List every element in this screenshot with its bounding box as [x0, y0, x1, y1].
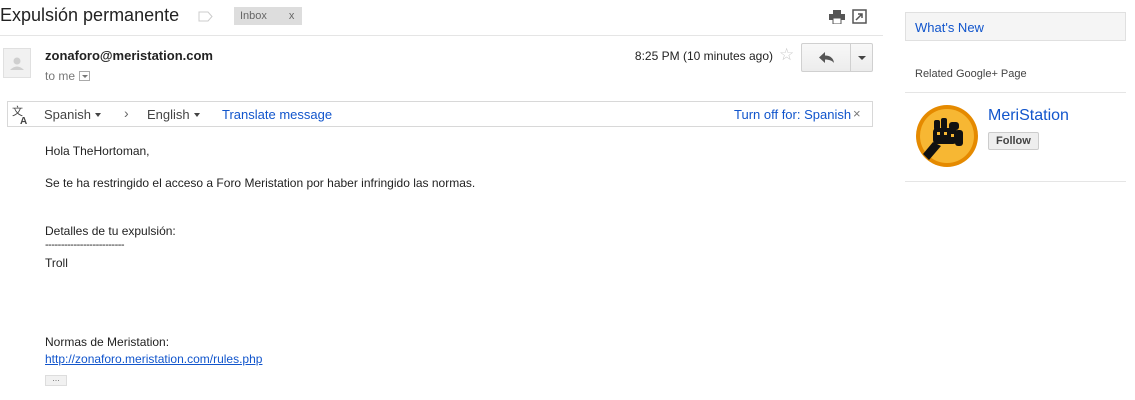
separator-line: -------------------------	[45, 239, 125, 251]
chevron-down-icon	[193, 112, 200, 117]
show-details-dropdown[interactable]	[79, 70, 91, 81]
chevron-right-icon: ›	[124, 105, 129, 121]
rules-link[interactable]: http://zonaforo.meristation.com/rules.ph…	[45, 352, 262, 366]
follow-button[interactable]: Follow	[988, 132, 1039, 150]
label-chip-text: Inbox	[240, 10, 267, 22]
right-sidebar: What's New Related Google+ Page MeriStat…	[905, 0, 1127, 400]
related-page-title: Related Google+ Page	[915, 68, 1027, 80]
print-icon[interactable]	[829, 10, 845, 24]
reply-button[interactable]	[801, 43, 851, 72]
show-trimmed-content-button[interactable]: ...	[45, 374, 67, 386]
more-actions-button[interactable]	[850, 43, 873, 72]
recipient-line: to me	[45, 69, 91, 83]
target-language-label: English	[147, 107, 190, 122]
label-chip-inbox[interactable]: Inbox x	[234, 7, 303, 25]
translate-icon: 文 A	[12, 105, 27, 125]
whats-new-link[interactable]: What's New	[905, 12, 1126, 41]
star-icon[interactable]: ☆	[779, 45, 794, 65]
source-language-label: Spanish	[44, 107, 91, 122]
rules-label: Normas de Meristation:	[45, 335, 170, 349]
turn-off-translation-link[interactable]: Turn off for: Spanish	[734, 107, 851, 122]
new-window-icon[interactable]	[852, 9, 867, 24]
remove-label-button[interactable]: x	[289, 10, 295, 22]
details-label: Detalles de tu expulsión:	[45, 224, 176, 238]
body-line: Se te ha restringido el acceso a Foro Me…	[45, 176, 476, 190]
recipient-text: to me	[45, 69, 76, 83]
expulsion-reason: Troll	[45, 256, 68, 270]
translate-bar: 文 A Spanish › English Translate message …	[7, 101, 873, 127]
target-language-dropdown[interactable]: English	[147, 107, 200, 122]
email-subject: Expulsión permanente	[0, 5, 180, 25]
message-view: Expulsión permanente Inbox x zonaforo@mer…	[0, 0, 883, 400]
subject-row: Expulsión permanente Inbox x	[0, 0, 883, 36]
message-time: 8:25 PM (10 minutes ago)	[634, 49, 773, 63]
source-language-dropdown[interactable]: Spanish	[44, 107, 101, 122]
default-person-icon	[10, 57, 24, 70]
sender-avatar	[3, 48, 31, 78]
importance-marker-icon[interactable]	[198, 11, 213, 22]
translate-message-link[interactable]: Translate message	[222, 107, 332, 122]
reply-icon	[819, 52, 834, 63]
svg-text:A: A	[20, 116, 27, 125]
sender-address[interactable]: zonaforo@meristation.com	[45, 48, 213, 63]
close-icon[interactable]: ×	[853, 106, 861, 121]
body-greeting: Hola TheHortoman,	[45, 144, 150, 158]
meristation-fist-icon[interactable]	[915, 104, 979, 168]
chevron-down-icon	[94, 112, 101, 117]
divider	[905, 181, 1126, 182]
divider	[905, 92, 1126, 93]
google-plus-page-name[interactable]: MeriStation	[988, 107, 1069, 125]
